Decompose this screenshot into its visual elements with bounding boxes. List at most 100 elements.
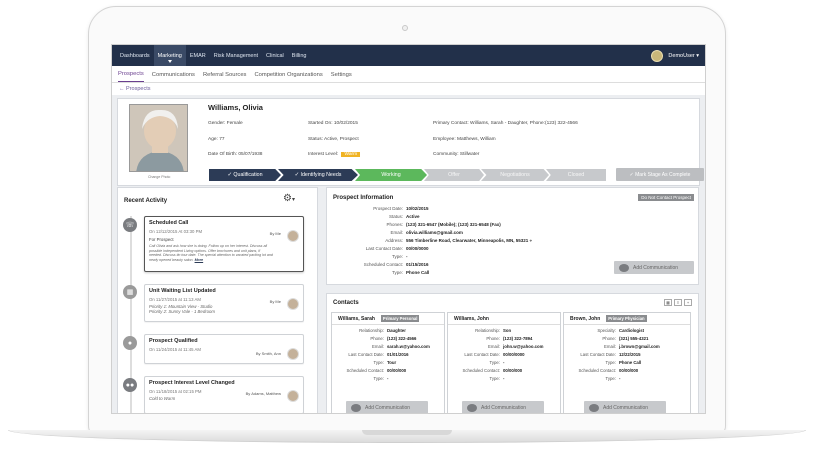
building-icon: ▦: [123, 285, 137, 299]
contact-name: Williams, Sarah Primary Personal: [332, 313, 444, 325]
prospect-dob: Date Of Birth: 05/07/1938: [208, 152, 263, 157]
info-prospect-date: Prospect Date: 10/02/2015: [373, 206, 429, 211]
stage-negotiations[interactable]: Negotiations: [481, 169, 549, 181]
activity-by: By Me: [269, 299, 281, 304]
prospect-information-title: Prospect Information: [333, 195, 394, 201]
activity-title: Unit Waiting List Updated: [149, 288, 216, 294]
tab-competition-organizations[interactable]: Competition Organizations: [254, 67, 322, 82]
gear-icon[interactable]: ⚙▾: [283, 193, 295, 204]
recent-activity-title: Recent Activity: [124, 198, 168, 204]
prospect-header-card: Change Photo Williams, Olivia Gender: Fe…: [117, 98, 704, 186]
view-toggle: ▦ ≡ +: [664, 299, 692, 306]
info-scheduled-type: Type: Phone Call: [391, 270, 430, 275]
camera-dot: [402, 25, 408, 31]
prospect-photo-image: [130, 105, 187, 171]
contact-card[interactable]: Williams, Sarah Primary Personal Relation…: [331, 312, 445, 413]
phone-icon: ☏: [123, 218, 137, 232]
contact-card[interactable]: Williams, John Relationship: Son Phone: (1…: [447, 312, 561, 413]
nav-risk-management[interactable]: Risk Management: [210, 45, 262, 66]
tab-settings[interactable]: Settings: [331, 67, 352, 82]
add-contact-icon[interactable]: +: [684, 299, 692, 306]
laptop-notch: [362, 430, 452, 435]
chat-bubble-icon: [351, 403, 361, 412]
add-communication-button[interactable]: Add Communication: [584, 401, 666, 413]
users-icon: ●●: [123, 378, 137, 392]
activity-title: Prospect Qualified: [149, 338, 198, 344]
chat-bubble-icon: [589, 403, 599, 412]
info-phones: Phones: (123) 321-6547 (Mobile); (123) 32…: [386, 222, 501, 227]
activity-title: Prospect Interest Level Changed: [149, 380, 235, 386]
activity-detail: Priority 2: Sunny Vale - 1 Bedroom: [149, 309, 215, 314]
grid-view-icon[interactable]: ▦: [664, 299, 672, 306]
recent-activity-panel: Recent Activity ⚙▾ ☏ Scheduled Call On 1…: [117, 187, 318, 413]
prospect-interest: Interest Level: Warm: [308, 152, 361, 157]
prospect-employee: Employee: Matthews, William: [433, 137, 496, 142]
add-communication-label: Add Communication: [633, 264, 679, 271]
info-email: Email: olivia.williams@gmail.com: [390, 230, 463, 235]
nav-dashboards[interactable]: Dashboards: [116, 45, 154, 66]
sub-navigation: Prospects Communications Referral Source…: [112, 66, 705, 83]
stage-working[interactable]: Working: [355, 169, 427, 181]
add-communication-button[interactable]: Add Communication: [614, 261, 694, 274]
stage-identifying-needs[interactable]: ✓ Identifying Needs: [278, 169, 358, 181]
stage-progress: ✓ Qualification ✓ Identifying Needs Work…: [209, 169, 606, 181]
tab-communications[interactable]: Communications: [152, 67, 195, 82]
change-photo-link[interactable]: Change Photo: [148, 175, 170, 179]
interest-badge: Warm: [341, 152, 361, 157]
activity-by: By Smith, Ann: [255, 351, 281, 356]
prospect-community: Community: Stillwater: [433, 152, 480, 157]
info-scheduled-contact: Scheduled Contact: 01/15/2016: [363, 262, 429, 267]
prospect-photo[interactable]: [129, 104, 188, 172]
add-communication-label: Add Communication: [481, 404, 527, 411]
add-communication-button[interactable]: Add Communication: [346, 401, 428, 413]
stage-qualification[interactable]: ✓ Qualification: [209, 169, 281, 181]
more-link[interactable]: More: [195, 258, 204, 262]
prospect-started: Started On: 10/02/2015: [308, 121, 358, 126]
chat-bubble-icon: [467, 403, 477, 412]
list-view-icon[interactable]: ≡: [674, 299, 682, 306]
contact-name: Brown, John Primary Physician: [564, 313, 690, 325]
user-name: DemoUser ▾: [668, 52, 699, 59]
avatar: [287, 348, 299, 360]
tab-referral-sources[interactable]: Referral Sources: [203, 67, 247, 82]
activity-item[interactable]: Prospect Qualified On 11/24/2015 at 11:4…: [144, 334, 304, 364]
activity-title: Scheduled Call: [149, 220, 189, 226]
contacts-panel: Contacts ▦ ≡ + Williams, Sarah Primary Pe…: [326, 293, 699, 413]
add-communication-button[interactable]: Add Communication: [462, 401, 544, 413]
prospect-status: Status: Active, Prospect: [308, 137, 359, 142]
contact-badge: Primary Personal: [380, 315, 420, 322]
prospect-information-panel: Prospect Information Do Not Contact Pros…: [326, 187, 699, 285]
mark-stage-complete-button[interactable]: ✓ Mark Stage As Complete: [616, 168, 704, 181]
breadcrumb[interactable]: ← Prospects: [112, 83, 705, 95]
add-communication-label: Add Communication: [603, 404, 649, 411]
activity-detail: Cold to Warm: [149, 396, 176, 401]
user-avatar-icon: [651, 49, 664, 62]
nav-billing[interactable]: Billing: [288, 45, 311, 66]
top-navigation: Dashboards Marketing EMAR Risk Managemen…: [112, 45, 705, 66]
prospect-name: Williams, Olivia: [208, 103, 263, 112]
avatar: [287, 230, 299, 242]
tab-prospects[interactable]: Prospects: [118, 66, 144, 82]
app-screen: Dashboards Marketing EMAR Risk Managemen…: [111, 44, 706, 414]
stage-offer[interactable]: Offer: [424, 169, 484, 181]
nav-clinical[interactable]: Clinical: [262, 45, 288, 66]
info-status: Status: Active: [388, 214, 420, 219]
activity-by: By Adams, Matthew: [245, 391, 281, 396]
do-not-contact-badge[interactable]: Do Not Contact Prospect: [638, 194, 694, 201]
contacts-title: Contacts: [333, 300, 359, 306]
activity-item[interactable]: Prospect Interest Level Changed On 11/18…: [144, 376, 304, 413]
add-communication-label: Add Communication: [365, 404, 411, 411]
prospect-age: Age: 77: [208, 137, 225, 142]
user-menu[interactable]: DemoUser ▾: [651, 49, 705, 62]
activity-item[interactable]: Unit Waiting List Updated On 11/27/2015 …: [144, 284, 304, 322]
avatar: [287, 390, 299, 402]
nav-marketing[interactable]: Marketing: [153, 45, 186, 66]
map-pin-icon[interactable]: ⌖: [529, 238, 532, 243]
stage-closed[interactable]: Closed: [546, 169, 606, 181]
user-icon: ●: [123, 336, 137, 350]
info-address: Address: 556 Timberline Road, Clearwater,…: [385, 238, 533, 243]
activity-item[interactable]: Scheduled Call On 12/12/2015 At 03:30 PM…: [144, 216, 304, 272]
contact-badge: Primary Physician: [606, 315, 647, 322]
nav-emar[interactable]: EMAR: [186, 45, 210, 66]
contact-card[interactable]: Brown, John Primary Physician Specialty: C…: [563, 312, 691, 413]
